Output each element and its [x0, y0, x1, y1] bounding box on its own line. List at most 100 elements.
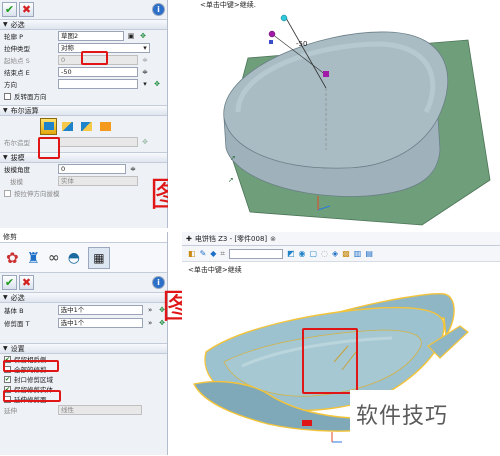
trim-face-label: 修剪面 T: [4, 319, 30, 328]
dimension-label[interactable]: -50: [296, 40, 307, 48]
drag-handle-small: [269, 40, 273, 44]
pick-icon[interactable]: ✥: [152, 79, 162, 89]
draft-angle-row: 拔模角度 0 ≑: [0, 163, 167, 175]
end-row: 结束点 E -50 ≑: [0, 66, 167, 78]
boolean-subtract-button[interactable]: [78, 118, 95, 135]
section-icon[interactable]: ◈: [332, 249, 338, 258]
render-mode-icon[interactable]: ◩: [287, 249, 295, 258]
watermark-text: 软件技巧: [356, 404, 449, 429]
cube-intersect-icon: [100, 121, 111, 131]
trim-panel: 修剪 ✿ ♜ ∞ ◓ ▦ ✔ ✖ i ▼ 必选 基体 B 选中1个 » ✥ 修剪…: [0, 232, 168, 455]
cube-subtract-icon: [81, 121, 92, 131]
cancel-button[interactable]: ✖: [19, 275, 34, 290]
end-field[interactable]: -50: [58, 67, 138, 77]
sphere-icon[interactable]: ◉: [299, 249, 306, 258]
sketch-icon[interactable]: ▣: [126, 31, 136, 41]
dome-icon[interactable]: ◓: [68, 250, 80, 266]
palette-icon[interactable]: ✿: [6, 249, 19, 267]
boolean-base-button[interactable]: [40, 117, 57, 135]
info-icon[interactable]: i: [152, 3, 165, 16]
arrow-marker-icon: ➚: [228, 176, 234, 184]
extrude-toolbar: ✔ ✖ i: [0, 0, 167, 19]
grid-icon[interactable]: ▩: [342, 249, 350, 258]
boolean-intersect-button[interactable]: [97, 118, 114, 135]
box-icon[interactable]: ▢: [309, 249, 317, 258]
settings-section[interactable]: ▼ 设置: [0, 343, 167, 354]
extrude-model-svg[interactable]: ➚ ➚: [168, 0, 500, 228]
boolean-shape-field[interactable]: [58, 137, 138, 147]
drag-handle-square: [323, 71, 329, 77]
cancel-button[interactable]: ✖: [19, 2, 34, 17]
stepper-icon[interactable]: ≑: [140, 55, 150, 65]
view-toolbar: ◧ ✎ ◆ ⌗ ◩ ◉ ▢ ◌ ◈ ▩ ▥ ▤: [182, 246, 500, 262]
direction-field[interactable]: [58, 79, 138, 89]
highlight-extrude-type: [81, 51, 108, 65]
drag-handle-cyan: [280, 14, 288, 22]
option-row[interactable]: ✔ 封口修剪区域: [0, 374, 167, 384]
draft-field[interactable]: 实体: [58, 176, 138, 186]
new-icon[interactable]: ✚: [186, 235, 192, 243]
document-tab-bar: ✚ 电饼铛 Z3 - [零件008] ⊗: [182, 232, 500, 246]
draft-direction-checkbox[interactable]: [4, 189, 11, 197]
collapse-icon: ▼: [3, 107, 8, 114]
draft-section[interactable]: ▼ 拔模: [0, 152, 167, 163]
boolean-shape-row: 布尔造型 ✥: [0, 136, 167, 148]
stamp-icon[interactable]: ♜: [27, 249, 40, 267]
extend-select[interactable]: 线性: [58, 405, 142, 415]
boolean-section[interactable]: ▼ 布尔运算: [0, 105, 167, 116]
trim-face-field[interactable]: 选中1个: [57, 317, 144, 328]
profile-field[interactable]: 草图2: [58, 31, 124, 41]
chevron-down-icon[interactable]: ▾: [140, 79, 150, 89]
direction-label: 方向: [4, 81, 17, 89]
close-icon[interactable]: ⊗: [270, 235, 276, 243]
trim-title: 修剪: [3, 233, 17, 241]
display-icon[interactable]: ▥: [354, 249, 362, 258]
option-checkbox[interactable]: ✔: [4, 375, 11, 383]
trim-feature-icon[interactable]: ▦: [87, 246, 110, 269]
draft-angle-field[interactable]: 0: [58, 164, 126, 174]
profile-label: 轮廓 P: [4, 33, 23, 41]
trim-required-section[interactable]: ▼ 必选: [0, 292, 167, 303]
ok-button[interactable]: ✔: [2, 275, 17, 290]
cube-view-icon[interactable]: ◧: [188, 249, 196, 258]
sketch-view-icon[interactable]: ✎: [200, 249, 207, 258]
chevron-double-icon[interactable]: »: [145, 318, 155, 328]
pick-icon[interactable]: ✥: [138, 31, 148, 41]
reverse-label: 反转面方向: [14, 93, 47, 101]
chevron-double-icon[interactable]: »: [145, 305, 155, 315]
light-icon[interactable]: ◌: [321, 249, 328, 258]
base-row: 基体 B 选中1个 » ✥: [0, 303, 167, 316]
shaded-view-icon[interactable]: ◆: [210, 249, 216, 258]
highlight-keep-trimmed: [3, 390, 61, 402]
draft-angle-label: 拔模角度: [4, 166, 30, 174]
collapse-icon: ▼: [3, 345, 8, 352]
trim-toolbar: ✔ ✖ i: [0, 273, 167, 292]
reverse-checkbox[interactable]: [4, 92, 11, 100]
draft-direction-row[interactable]: 按拉伸方向拔模: [0, 187, 167, 199]
ok-button[interactable]: ✔: [2, 2, 17, 17]
trim-face-row: 修剪面 T 选中1个 » ✥: [0, 316, 167, 329]
more-icon[interactable]: ▤: [365, 249, 373, 258]
chevron-down-icon[interactable]: ▾: [140, 43, 150, 53]
option-label: 封口修剪区域: [14, 376, 53, 384]
filter-dropdown[interactable]: [228, 248, 283, 259]
extrude-type-label: 拉伸类型: [4, 45, 30, 53]
base-label: 基体 B: [4, 306, 24, 315]
document-tab[interactable]: 电饼铛 Z3 - [零件008]: [195, 234, 267, 244]
stepper-icon[interactable]: ≑: [128, 164, 138, 174]
reverse-row[interactable]: 反转面方向: [0, 90, 167, 102]
wire-view-icon[interactable]: ⌗: [220, 249, 225, 259]
viewport-top[interactable]: <单击中键>继续. ➚ ➚ -50: [168, 0, 500, 228]
stepper-icon[interactable]: ≑: [140, 67, 150, 77]
collapse-icon: ▼: [3, 21, 8, 28]
required-section[interactable]: ▼ 必选: [0, 19, 167, 30]
extend-row: 延伸 线性: [0, 404, 167, 416]
draft-label: 拔模: [10, 178, 23, 186]
boolean-add-button[interactable]: [59, 118, 76, 135]
glasses-icon[interactable]: ∞: [48, 250, 60, 266]
base-field[interactable]: 选中1个: [57, 304, 144, 315]
drag-handle-magenta: [268, 30, 276, 38]
pick-icon[interactable]: ✥: [140, 137, 150, 147]
trim-title-bar: 修剪: [0, 232, 167, 243]
cube-add-icon: [62, 121, 73, 131]
